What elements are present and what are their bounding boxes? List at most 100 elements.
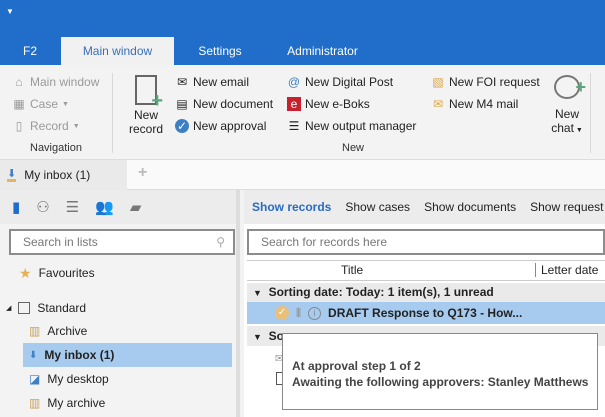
new-chat-button[interactable]: + New chat ▼ — [548, 75, 586, 135]
label: New Digital Post — [305, 75, 394, 89]
label: New FOI request — [449, 75, 540, 89]
label: record — [128, 122, 163, 136]
new-m4-mail-button[interactable]: ✉ New M4 mail — [431, 97, 518, 111]
label: Case — [30, 97, 59, 111]
records-pane: Show records Show cases Show documents S… — [244, 190, 605, 417]
add-tab-button[interactable]: + — [138, 164, 147, 182]
record-icon: ▯ — [15, 119, 23, 133]
standard-icon — [18, 302, 31, 314]
new-output-manager-button[interactable]: ☰ New output manager — [287, 119, 417, 133]
standard-item[interactable]: ◢ Standard — [6, 296, 86, 320]
label: Favourites — [38, 266, 95, 280]
collapse-icon: ▼ — [253, 332, 262, 342]
collapse-icon[interactable]: ◢ — [6, 304, 11, 312]
table-row[interactable]: ✓ ⫴ i DRAFT Response to Q173 - How... — [247, 302, 605, 324]
my-archive-icon: ▥ — [29, 396, 41, 410]
label: New output manager — [305, 119, 417, 133]
desktop-icon: ◪ — [29, 372, 41, 386]
tree-item-my-inbox[interactable]: ⬇ My inbox (1) — [23, 343, 232, 367]
label: New approval — [193, 119, 267, 133]
label: My inbox (1) — [24, 168, 91, 182]
info-icon[interactable]: i — [308, 306, 322, 320]
label: New document — [193, 97, 274, 111]
column-header: Title Letter date — [247, 260, 605, 281]
new-record-button[interactable]: + New record — [126, 75, 166, 136]
label: Archive — [47, 324, 88, 338]
label: New email — [193, 75, 250, 89]
eboks-icon: e — [287, 97, 301, 111]
approval-status-icon: ✓ — [275, 306, 289, 320]
tree-item-archive[interactable]: ▥ Archive — [29, 319, 87, 343]
left-pane: ▮ ⚇ ☰ 👥 ▰ Search in lists ⚲ ★ Favourites ◢… — [0, 190, 240, 417]
tab-my-inbox[interactable]: ⬇ My inbox (1) — [0, 160, 127, 190]
tab-f2[interactable]: F2 — [0, 37, 60, 65]
label: My archive — [47, 396, 106, 410]
home-icon: ⌂ — [15, 75, 23, 89]
record-button[interactable]: ▯ Record ▼ — [12, 119, 80, 133]
search-icon[interactable]: ⚲ — [216, 231, 225, 253]
star-icon: ★ — [19, 264, 32, 281]
search-lists-input[interactable]: Search in lists ⚲ — [9, 229, 235, 255]
tab-main-window[interactable]: Main window — [61, 37, 174, 65]
archive-icon: ▥ — [29, 324, 41, 338]
label: Record — [30, 119, 69, 133]
label: Sorting date: Today: 1 item(s), 1 unread — [268, 285, 494, 299]
label: chat — [551, 121, 574, 135]
case-icon: ▦ — [13, 97, 25, 111]
contacts-icon[interactable]: 👥 — [95, 198, 114, 216]
tree-item-my-archive[interactable]: ▥ My archive — [29, 391, 105, 415]
chat-icon: + — [554, 75, 586, 99]
new-record-icon: + — [135, 75, 163, 111]
main-window-button[interactable]: ⌂ Main window — [12, 75, 99, 89]
records-icon[interactable]: ▮ — [12, 198, 20, 216]
show-requests-tab[interactable]: Show request — [530, 200, 603, 214]
folder-icon[interactable]: ▰ — [130, 198, 142, 216]
email-icon: ✉ — [176, 75, 188, 89]
show-documents-tab[interactable]: Show documents — [424, 200, 516, 214]
show-records-tab[interactable]: Show records — [252, 200, 331, 214]
divider — [590, 73, 591, 153]
new-document-button[interactable]: ▤ New document — [175, 97, 273, 111]
quick-access-dropdown-icon[interactable]: ▼ — [6, 7, 14, 16]
new-eboks-button[interactable]: e New e-Boks — [287, 97, 370, 111]
label: My inbox (1) — [44, 348, 115, 362]
tooltip-line: At approval step 1 of 2 — [292, 359, 421, 373]
label: New e-Boks — [305, 97, 370, 111]
placeholder: Search in lists — [23, 235, 98, 249]
approval-tooltip: At approval step 1 of 2 Awaiting the fol… — [282, 333, 598, 410]
approval-icon: ✓ — [175, 119, 189, 133]
label: My desktop — [47, 372, 109, 386]
list-icon[interactable]: ☰ — [66, 198, 79, 216]
show-cases-tab[interactable]: Show cases — [345, 200, 410, 214]
group-header[interactable]: ▼ Sorting date: Today: 1 item(s), 1 unre… — [247, 283, 605, 302]
new-foi-request-button[interactable]: ▧ New FOI request — [431, 75, 540, 89]
divider — [112, 73, 113, 153]
new-approval-button[interactable]: ✓ New approval — [175, 119, 266, 133]
ribbon: ⌂ Main window ▦ Case ▼ ▯ Record ▼ Navigation … — [0, 65, 605, 160]
new-email-button[interactable]: ✉ New email — [175, 75, 249, 89]
output-manager-icon: ☰ — [288, 119, 300, 133]
document-icon: ▤ — [176, 97, 188, 111]
favourites-item[interactable]: ★ Favourites — [19, 261, 95, 285]
column-title[interactable]: Title — [341, 263, 363, 277]
label: New M4 mail — [449, 97, 519, 111]
digital-post-icon: @ — [287, 75, 301, 89]
tab-settings[interactable]: Settings — [180, 37, 260, 65]
document-tab-bar: ⬇ My inbox (1) + — [0, 160, 605, 190]
navigation-group-label: Navigation — [30, 142, 82, 154]
tree-item-my-desktop[interactable]: ◪ My desktop — [29, 367, 109, 391]
m4-mail-icon: ✉ — [432, 97, 444, 111]
search-records-input[interactable]: Search for records here — [247, 229, 605, 255]
row-title: DRAFT Response to Q173 - How... — [328, 306, 523, 320]
case-button[interactable]: ▦ Case ▼ — [12, 97, 69, 111]
new-digital-post-button[interactable]: @ New Digital Post — [287, 75, 393, 89]
tooltip-line: Awaiting the following approvers: Stanle… — [292, 375, 589, 389]
label: New — [554, 107, 579, 121]
new-group-label: New — [342, 142, 365, 154]
cases-icon[interactable]: ⚇ — [36, 198, 49, 216]
tab-administrator[interactable]: Administrator — [270, 37, 375, 65]
placeholder: Search for records here — [261, 235, 388, 249]
attachment-icon: ⫴ — [296, 306, 302, 320]
column-letter-date[interactable]: Letter date — [535, 263, 598, 277]
inbox-icon: ⬇ — [7, 167, 17, 182]
